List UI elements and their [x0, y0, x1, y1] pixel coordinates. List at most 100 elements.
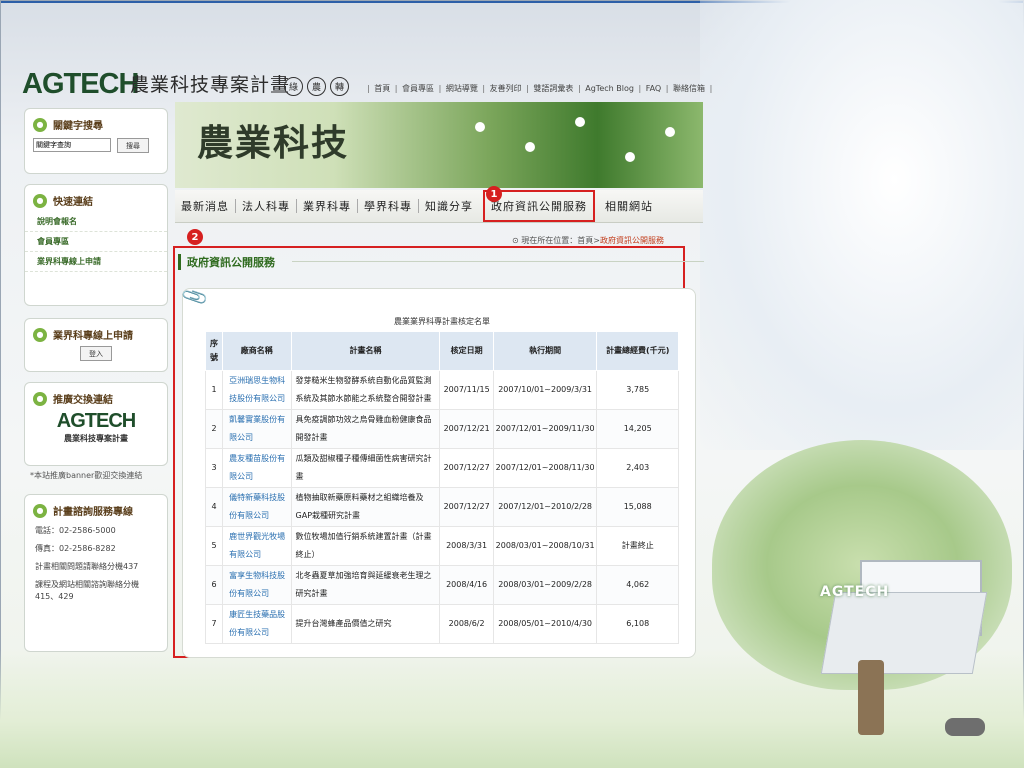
- row-no: 7: [204, 604, 224, 644]
- exchange-banner-logo[interactable]: AGTECH: [25, 410, 167, 433]
- company-link[interactable]: 鹿世界觀光牧場有限公司: [222, 526, 292, 566]
- col-plan: 計畫名稱: [290, 331, 441, 371]
- link-blog[interactable]: AgTech Blog: [585, 84, 634, 93]
- exchange-note: *本站推廣banner歡迎交換連結: [30, 471, 143, 480]
- agtech-watermark: AGTECH: [820, 584, 890, 600]
- table-row: 2 凱馨實業股份有限公司 具免疫調節功效之烏骨雞血粉健康食品開發計畫 2007/…: [204, 409, 679, 449]
- table-row: 4 儀特新藥科技股份有限公司 植物抽取新藥原料藥材之組織培養及GAP栽種研究計畫…: [204, 487, 679, 527]
- calla-flower-icon: [625, 152, 635, 162]
- nav-industry[interactable]: 業界科專: [297, 198, 357, 214]
- nav-academia[interactable]: 學界科專: [358, 198, 418, 214]
- consult-title: 計畫諮詢服務專線: [53, 507, 133, 518]
- plan-name: 提升台灣蜂產品價值之研究: [290, 604, 441, 644]
- period: 2007/12/01~2010/2/28: [492, 487, 598, 527]
- quick-link-seminar[interactable]: 說明會報名: [25, 212, 167, 232]
- breadcrumb-icon: ⊙: [512, 236, 522, 245]
- table-caption: 農業業界科專計畫核定名單: [394, 317, 490, 326]
- budget: 15,088: [596, 487, 679, 527]
- company-link[interactable]: 農友種苗股份有限公司: [222, 448, 292, 488]
- period: 2008/03/01~2009/2/28: [492, 565, 598, 605]
- link-sitemap[interactable]: 網站導覽: [446, 84, 478, 93]
- consult-ext-course: 課程及網站相關諮詢聯絡分機415、429: [35, 580, 139, 601]
- row-no: 4: [204, 487, 224, 527]
- budget: 6,108: [596, 604, 679, 644]
- row-no: 2: [204, 409, 224, 449]
- quick-link-apply[interactable]: 業界科專線上申請: [25, 252, 167, 272]
- link-home[interactable]: 首頁: [374, 84, 390, 93]
- plan-name: 瓜類及甜椒種子種傳細菌性病害研究計畫: [290, 448, 441, 488]
- calla-flower-icon: [665, 127, 675, 137]
- company-link[interactable]: 富享生物科技股份有限公司: [222, 565, 292, 605]
- col-no: 序號: [204, 331, 224, 371]
- search-input[interactable]: [33, 138, 111, 152]
- period: 2007/12/01~2009/11/30: [492, 409, 598, 449]
- link-print[interactable]: 友善列印: [490, 84, 522, 93]
- quick-link-member[interactable]: 會員專區: [25, 232, 167, 252]
- table-row: 6 富享生物科技股份有限公司 北冬蟲夏草加強培育與延緩衰老生理之研究計畫 200…: [204, 565, 679, 605]
- period: 2007/12/01~2008/11/30: [492, 448, 598, 488]
- link-glossary[interactable]: 雙語詞彙表: [533, 84, 573, 93]
- period: 2008/05/01~2010/4/30: [492, 604, 598, 644]
- row-no: 5: [204, 526, 224, 566]
- budget: 4,062: [596, 565, 679, 605]
- quick-links-title: 快速連結: [53, 197, 93, 208]
- period: 2007/10/01~2009/3/31: [492, 370, 598, 410]
- approve-date: 2007/12/21: [439, 409, 494, 449]
- badge-green: 綠: [284, 77, 303, 96]
- nav-news[interactable]: 最新消息: [175, 198, 235, 214]
- decorative-cow: [945, 718, 985, 736]
- col-budget: 計畫總經費(千元): [596, 331, 679, 371]
- badge-agri: 農: [307, 77, 326, 96]
- company-link[interactable]: 儀特新藥科技股份有限公司: [222, 487, 292, 527]
- consult-fax: 傳真：02-2586-8282: [35, 544, 116, 553]
- approve-date: 2008/3/31: [439, 526, 494, 566]
- nav-related[interactable]: 相關網站: [599, 198, 659, 214]
- company-link[interactable]: 康匠生技藥品股份有限公司: [222, 604, 292, 644]
- decorative-laptop: [820, 592, 988, 674]
- plan-name: 發芽糙米生物發酵系統自動化品質監測系統及其節水節能之系統整合開發計畫: [290, 370, 441, 410]
- link-contact[interactable]: 聯絡信箱: [673, 84, 705, 93]
- budget: 14,205: [596, 409, 679, 449]
- table-header-row: 序號 廠商名稱 計畫名稱 核定日期 執行期間 計畫總經費(千元): [204, 331, 679, 371]
- keyword-search-title: 關鍵字搜尋: [53, 121, 103, 132]
- top-links: | 首頁 | 會員專區 | 網站導覽 | 友善列印 | 雙語詞彙表 | AgTe…: [367, 84, 713, 93]
- budget: 2,403: [596, 448, 679, 488]
- exchange-icon: ●: [33, 391, 47, 406]
- calla-flower-icon: [525, 142, 535, 152]
- apply-icon: ●: [33, 327, 47, 342]
- calla-flower-icon: [475, 122, 485, 132]
- main-nav: 最新消息 法人科專 業界科專 學界科專 知識分享 政府資訊公開服務 相關網站: [175, 190, 703, 223]
- company-link[interactable]: 凱馨實業股份有限公司: [222, 409, 292, 449]
- link-faq[interactable]: FAQ: [646, 84, 662, 93]
- decorative-sky: [700, 0, 1024, 450]
- row-no: 6: [204, 565, 224, 605]
- table-row: 3 農友種苗股份有限公司 瓜類及甜椒種子種傳細菌性病害研究計畫 2007/12/…: [204, 448, 679, 488]
- nav-institute[interactable]: 法人科專: [236, 198, 296, 214]
- section-divider: [292, 261, 704, 262]
- link-icon: ●: [33, 193, 47, 208]
- approve-date: 2008/6/2: [439, 604, 494, 644]
- col-approve-date: 核定日期: [439, 331, 494, 371]
- plan-name: 具免疫調節功效之烏骨雞血粉健康食品開發計畫: [290, 409, 441, 449]
- consult-phone: 電話：02-2586-5000: [35, 526, 116, 535]
- keyword-search-box: ● 關鍵字搜尋 搜尋: [24, 108, 168, 174]
- login-button[interactable]: 登入: [80, 346, 112, 361]
- breadcrumb-current: 政府資訊公開服務: [599, 236, 664, 245]
- step-marker-2: 2: [187, 229, 203, 245]
- link-member[interactable]: 會員專區: [402, 84, 434, 93]
- quick-links-box: ● 快速連結 說明會報名 會員專區 業界科專線上申請: [24, 184, 168, 306]
- breadcrumb-prefix[interactable]: 現在所在位置：首頁>: [521, 236, 600, 245]
- search-button[interactable]: 搜尋: [117, 138, 149, 153]
- exchange-banner-subtitle: 農業科技專案計畫: [64, 434, 128, 443]
- company-link[interactable]: 亞洲瑞思生物科技股份有限公司: [222, 370, 292, 410]
- nav-knowledge[interactable]: 知識分享: [419, 198, 479, 214]
- approve-date: 2007/12/27: [439, 448, 494, 488]
- budget: 計畫終止: [596, 526, 679, 566]
- badge-transform: 轉: [330, 77, 349, 96]
- budget: 3,785: [596, 370, 679, 410]
- approve-date: 2007/12/27: [439, 487, 494, 527]
- agtech-logo[interactable]: AGTECH: [22, 68, 139, 101]
- col-period: 執行期間: [492, 331, 598, 371]
- breadcrumb: ⊙ 現在所在位置：首頁>政府資訊公開服務: [512, 235, 664, 246]
- hero-banner: 農業科技: [175, 102, 703, 188]
